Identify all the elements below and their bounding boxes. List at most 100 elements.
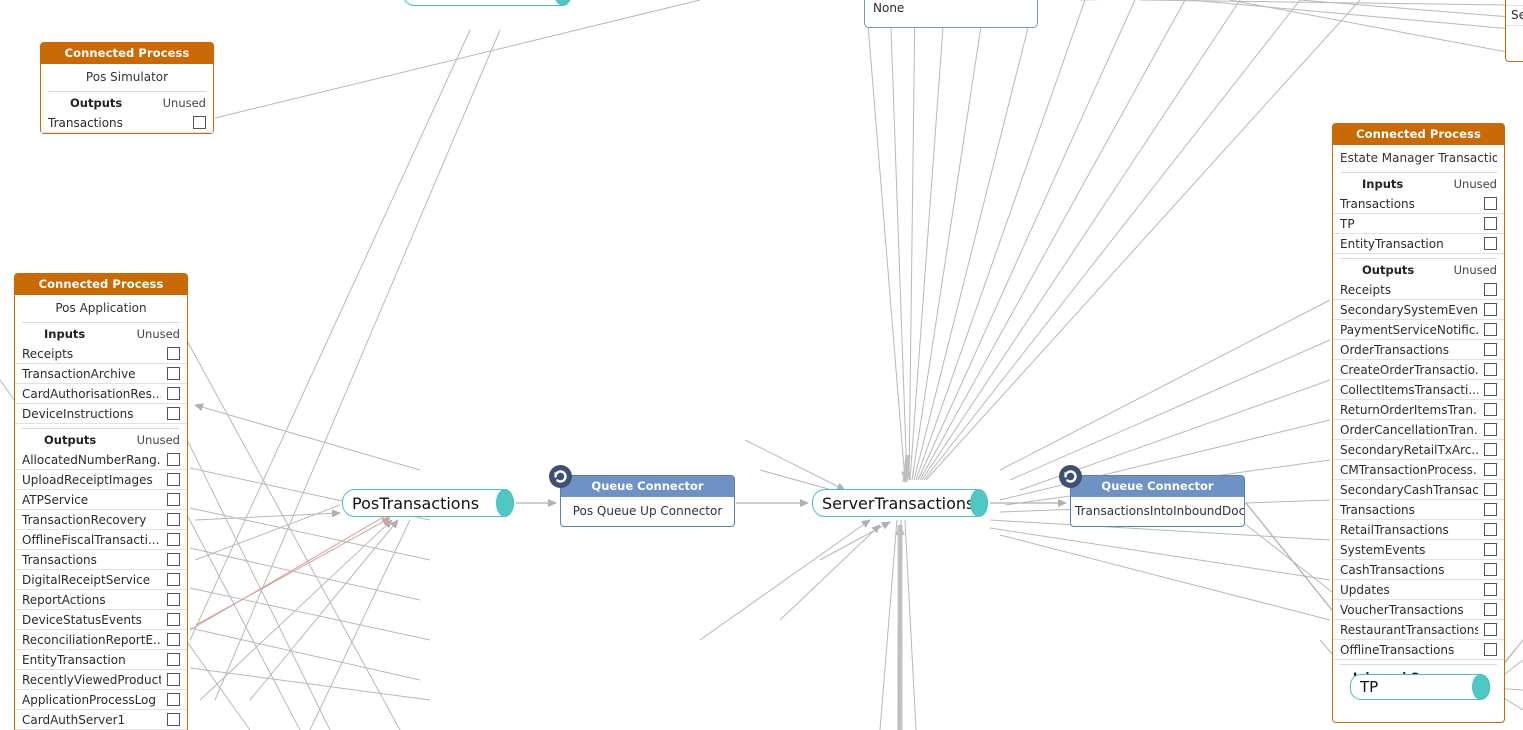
port-row[interactable]: UploadReceiptImages — [15, 470, 187, 490]
port-row[interactable]: AllocatedNumberRang... — [15, 450, 187, 470]
port-row[interactable]: SecondaryRetailTxArc... — [1333, 440, 1504, 460]
port-row[interactable]: TP — [1333, 214, 1504, 234]
unused-checkbox[interactable] — [1484, 603, 1497, 616]
queue-label: c — [403, 0, 421, 2]
port-row[interactable]: CollectItemsTransacti... — [1333, 380, 1504, 400]
unused-checkbox[interactable] — [167, 347, 180, 360]
unused-checkbox[interactable] — [167, 653, 180, 666]
unused-checkbox[interactable] — [1484, 303, 1497, 316]
unused-checkbox[interactable] — [167, 673, 180, 686]
unused-checkbox[interactable] — [1484, 523, 1497, 536]
port-row[interactable]: Receipts — [15, 344, 187, 364]
connector-transactions-inbound[interactable]: Queue Connector TransactionsIntoInboundDo… — [1059, 465, 1245, 527]
unused-checkbox[interactable] — [167, 473, 180, 486]
unused-checkbox[interactable] — [1484, 423, 1497, 436]
port-row[interactable]: EntityTransaction — [1333, 234, 1504, 254]
queue-server-transactions[interactable]: ServerTransactions — [812, 489, 988, 517]
port-row[interactable]: Transactions — [41, 113, 213, 133]
port-row[interactable]: OrderTransactions — [1333, 340, 1504, 360]
connector-pos-queue-up[interactable]: Queue Connector Pos Queue Up Connector — [549, 465, 735, 527]
queue-tp-inbound[interactable]: TP — [1350, 674, 1490, 700]
port-row[interactable]: ApplicationProcessLog — [15, 690, 187, 710]
unused-checkbox[interactable] — [1484, 323, 1497, 336]
port-row[interactable]: DigitalReceiptService — [15, 570, 187, 590]
port-row[interactable]: ReconciliationReportE... — [15, 630, 187, 650]
port-row[interactable]: OrderCancellationTran... — [1333, 420, 1504, 440]
queue-pos-transactions[interactable]: PosTransactions — [342, 489, 514, 517]
port-row[interactable]: CashTransactions — [1333, 560, 1504, 580]
retry-icon[interactable] — [548, 464, 573, 489]
port-row[interactable]: SystemEvents — [1333, 540, 1504, 560]
process-panel-pos-application[interactable]: Connected Process Pos Application Inputs Un… — [14, 273, 188, 730]
port-name: Transactions — [48, 115, 123, 130]
port-row[interactable]: TransactionArchive — [15, 364, 187, 384]
unused-checkbox[interactable] — [193, 116, 206, 129]
unused-checkbox[interactable] — [167, 553, 180, 566]
unused-checkbox[interactable] — [1484, 583, 1497, 596]
unused-checkbox[interactable] — [167, 593, 180, 606]
unused-checkbox[interactable] — [1484, 543, 1497, 556]
connector-name: TransactionsIntoInboundDocum... — [1075, 504, 1244, 518]
port-row[interactable]: PaymentServiceNotific... — [1333, 320, 1504, 340]
unused-checkbox[interactable] — [1484, 283, 1497, 296]
port-row[interactable]: VoucherTransactions — [1333, 600, 1504, 620]
variables-box[interactable]: Variables None — [864, 0, 1038, 28]
port-row[interactable]: OfflineTransactions — [1333, 640, 1504, 660]
unused-checkbox[interactable] — [167, 367, 180, 380]
unused-checkbox[interactable] — [1484, 237, 1497, 250]
diagram-canvas[interactable]: Variables None Se Connected ProcessPos S… — [0, 0, 1523, 730]
port-row[interactable]: Transactions — [1333, 194, 1504, 214]
unused-checkbox[interactable] — [167, 613, 180, 626]
port-row[interactable]: RestaurantTransactions — [1333, 620, 1504, 640]
unused-checkbox[interactable] — [1484, 623, 1497, 636]
port-row[interactable]: ReportActions — [15, 590, 187, 610]
unused-checkbox[interactable] — [1484, 483, 1497, 496]
unused-checkbox[interactable] — [1484, 343, 1497, 356]
unused-checkbox[interactable] — [1484, 643, 1497, 656]
port-row[interactable]: Transactions — [1333, 500, 1504, 520]
unused-checkbox[interactable] — [167, 493, 180, 506]
clipped-right-process[interactable]: Se — [1505, 0, 1523, 62]
port-row[interactable]: Receipts — [1333, 280, 1504, 300]
queue-end-cap — [554, 0, 572, 6]
process-panel-estate-manager[interactable]: Connected Process Estate Manager Transact… — [1332, 123, 1505, 723]
port-row[interactable]: CardAuthorisationRes... — [15, 384, 187, 404]
port-row[interactable]: SecondarySystemEvents — [1333, 300, 1504, 320]
unused-checkbox[interactable] — [167, 713, 180, 726]
port-row[interactable]: Updates — [1333, 580, 1504, 600]
process-panel-pos-simulator[interactable]: Connected Process Pos Simulator Outputs Unu… — [40, 42, 214, 134]
queue-clipped-top-queue[interactable]: c — [402, 0, 572, 6]
port-row[interactable]: TransactionRecovery — [15, 510, 187, 530]
retry-icon[interactable] — [1058, 464, 1083, 489]
unused-checkbox[interactable] — [167, 407, 180, 420]
unused-checkbox[interactable] — [1484, 217, 1497, 230]
unused-checkbox[interactable] — [167, 533, 180, 546]
unused-checkbox[interactable] — [167, 633, 180, 646]
unused-checkbox[interactable] — [1484, 463, 1497, 476]
port-row[interactable]: RecentlyViewedProducts — [15, 670, 187, 690]
port-row[interactable]: ATPService — [15, 490, 187, 510]
port-row[interactable]: DeviceInstructions — [15, 404, 187, 424]
port-row[interactable]: EntityTransaction — [15, 650, 187, 670]
unused-checkbox[interactable] — [167, 693, 180, 706]
unused-checkbox[interactable] — [1484, 403, 1497, 416]
port-row[interactable]: RetailTransactions — [1333, 520, 1504, 540]
port-row[interactable]: CMTransactionProcess... — [1333, 460, 1504, 480]
unused-checkbox[interactable] — [167, 387, 180, 400]
port-row[interactable]: DeviceStatusEvents — [15, 610, 187, 630]
port-row[interactable]: Transactions — [15, 550, 187, 570]
unused-checkbox[interactable] — [1484, 363, 1497, 376]
port-row[interactable]: ReturnOrderItemsTran... — [1333, 400, 1504, 420]
unused-checkbox[interactable] — [1484, 443, 1497, 456]
unused-checkbox[interactable] — [167, 513, 180, 526]
port-row[interactable]: CreateOrderTransactio... — [1333, 360, 1504, 380]
unused-checkbox[interactable] — [1484, 197, 1497, 210]
unused-checkbox[interactable] — [1484, 383, 1497, 396]
unused-checkbox[interactable] — [1484, 563, 1497, 576]
port-row[interactable]: CardAuthServer1 — [15, 710, 187, 730]
unused-checkbox[interactable] — [167, 453, 180, 466]
unused-checkbox[interactable] — [1484, 503, 1497, 516]
port-row[interactable]: OfflineFiscalTransacti... — [15, 530, 187, 550]
unused-checkbox[interactable] — [167, 573, 180, 586]
port-row[interactable]: SecondaryCashTransac... — [1333, 480, 1504, 500]
